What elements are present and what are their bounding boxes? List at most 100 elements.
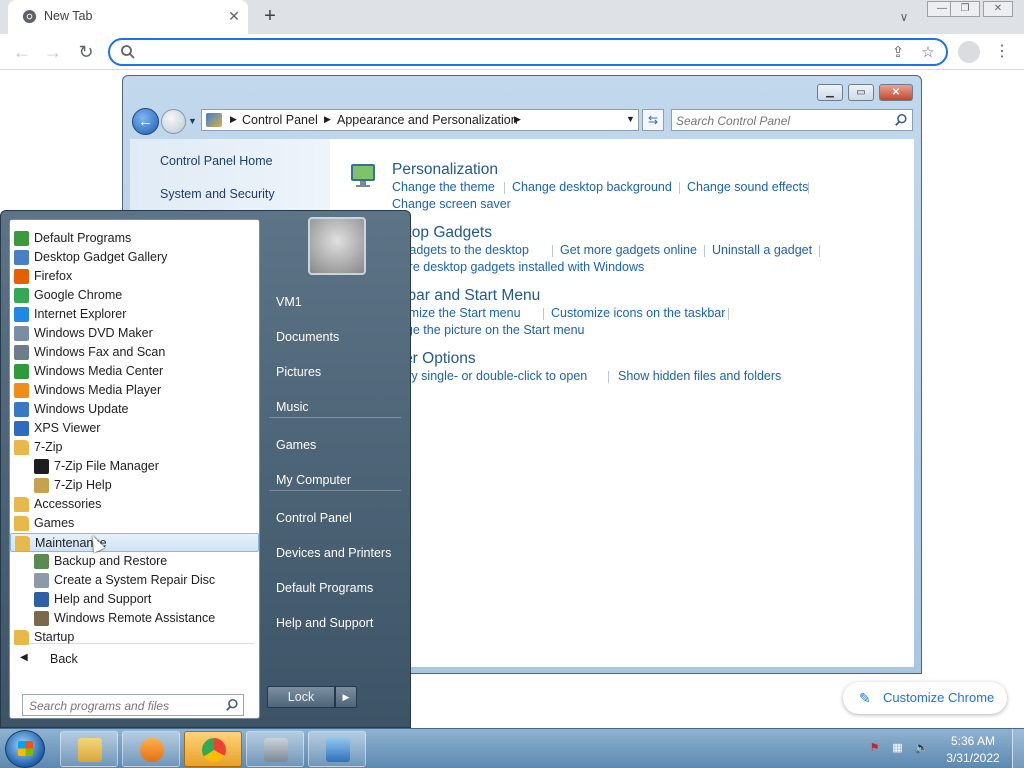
breadcrumb-control-panel[interactable]: Control Panel: [242, 113, 318, 127]
network-icon[interactable]: ▦: [890, 741, 905, 756]
link-change-desktop-background[interactable]: Change desktop background: [512, 180, 672, 194]
program-item[interactable]: Games: [10, 514, 259, 533]
tab-search-chevron-icon[interactable]: ∨: [893, 6, 915, 28]
program-item[interactable]: Startup: [10, 628, 259, 647]
search-icon[interactable]: [225, 698, 239, 712]
program-item[interactable]: Default Programs: [10, 229, 259, 248]
program-item[interactable]: Maintenance: [10, 533, 259, 552]
category-personalization[interactable]: Personalization: [392, 161, 498, 179]
program-item[interactable]: Windows Remote Assistance: [10, 609, 259, 628]
program-item[interactable]: 7-Zip: [10, 438, 259, 457]
link-get-more-gadgets[interactable]: Get more gadgets online: [560, 243, 697, 257]
program-item[interactable]: 7-Zip File Manager: [10, 457, 259, 476]
cp-back-icon[interactable]: ←: [132, 108, 159, 135]
program-item[interactable]: Desktop Gadget Gallery: [10, 248, 259, 267]
start-search-input[interactable]: [29, 697, 219, 714]
link-customize-taskbar-icons[interactable]: Customize icons on the taskbar: [551, 306, 725, 320]
breadcrumb-chevron-icon[interactable]: ▶: [230, 114, 237, 125]
shutdown-options-chevron-icon[interactable]: ▶: [335, 686, 357, 708]
volume-icon[interactable]: 🔈: [914, 741, 929, 756]
start-right-item[interactable]: Default Programs: [269, 575, 403, 601]
new-tab-button[interactable]: +: [258, 5, 282, 29]
user-picture-avatar[interactable]: [308, 217, 366, 275]
program-item[interactable]: Internet Explorer: [10, 305, 259, 324]
link-change-theme[interactable]: Change the theme: [392, 180, 495, 194]
program-item[interactable]: Windows Fax and Scan: [10, 343, 259, 362]
cp-search-input[interactable]: [676, 112, 886, 129]
program-item[interactable]: Windows DVD Maker: [10, 324, 259, 343]
cp-refresh-icon[interactable]: ⇆: [642, 109, 664, 131]
customize-chrome-button[interactable]: ✎ Customize Chrome: [843, 682, 1007, 714]
address-dropdown-icon[interactable]: ▼: [626, 114, 635, 124]
back-triangle-icon[interactable]: ◀: [20, 652, 28, 663]
lock-button[interactable]: Lock: [267, 686, 335, 708]
category-taskbar-start-menu[interactable]: skbar and Start Menu: [392, 287, 540, 305]
start-right-item[interactable]: Documents: [269, 324, 403, 350]
show-desktop-button[interactable]: [1012, 729, 1024, 768]
link-change-start-picture[interactable]: ange the picture on the Start menu: [392, 323, 585, 337]
link-single-double-click[interactable]: ecify single- or double-click to open: [392, 369, 587, 383]
action-center-flag-icon[interactable]: ⚑: [867, 741, 882, 756]
taskbar-control-panel-button[interactable]: [308, 731, 366, 767]
cp-minimize-button[interactable]: ▁: [817, 84, 843, 101]
restore-button[interactable]: ❐: [950, 1, 980, 17]
forward-arrow-icon[interactable]: →: [40, 39, 66, 65]
start-right-item[interactable]: Pictures: [269, 359, 403, 385]
program-item[interactable]: Backup and Restore: [10, 552, 259, 571]
link-customize-start-menu[interactable]: stomize the Start menu: [392, 306, 521, 320]
omnibox-input[interactable]: [142, 42, 882, 62]
start-right-item[interactable]: Control Panel: [269, 505, 403, 531]
taskbar-chrome-button[interactable]: [184, 731, 242, 767]
profile-avatar[interactable]: [958, 41, 980, 63]
start-button[interactable]: [5, 730, 45, 768]
program-item[interactable]: Help and Support: [10, 590, 259, 609]
breadcrumb-chevron-icon[interactable]: ▶: [324, 114, 331, 125]
program-item[interactable]: Create a System Repair Disc: [10, 571, 259, 590]
back-button[interactable]: Back: [50, 652, 78, 666]
back-arrow-icon[interactable]: ←: [9, 39, 35, 65]
more-menu-icon[interactable]: ⋮: [992, 41, 1012, 63]
tab-new-tab[interactable]: New Tab ✕: [8, 0, 248, 34]
tab-close-icon[interactable]: ✕: [224, 6, 244, 26]
sidebar-item-system-security[interactable]: System and Security: [160, 187, 275, 201]
bookmark-star-icon[interactable]: ☆: [918, 43, 938, 63]
start-right-item[interactable]: VM1: [269, 289, 403, 315]
link-restore-gadgets[interactable]: store desktop gadgets installed with Win…: [392, 260, 644, 274]
sidebar-item-control-panel-home[interactable]: Control Panel Home: [160, 154, 273, 168]
start-right-item[interactable]: Help and Support: [269, 610, 403, 636]
cp-close-button[interactable]: ✕: [879, 84, 913, 101]
start-right-item[interactable]: Games: [269, 432, 403, 458]
program-item[interactable]: Windows Media Player: [10, 381, 259, 400]
clock-time[interactable]: 5:36 AM: [940, 734, 1006, 748]
breadcrumb-chevron-icon[interactable]: ▶: [514, 114, 521, 125]
program-item[interactable]: Accessories: [10, 495, 259, 514]
reload-icon[interactable]: ↻: [73, 39, 99, 65]
start-right-item[interactable]: Devices and Printers: [269, 540, 403, 566]
cp-address-bar[interactable]: ▶ Control Panel ▶ Appearance and Persona…: [201, 109, 639, 131]
taskbar-security-button[interactable]: [246, 731, 304, 767]
link-change-sound-effects[interactable]: Change sound effects: [687, 180, 808, 194]
cp-history-dropdown-icon[interactable]: ▼: [188, 116, 197, 126]
program-item[interactable]: Google Chrome: [10, 286, 259, 305]
search-icon[interactable]: [894, 113, 908, 127]
close-button[interactable]: ✕: [983, 1, 1013, 17]
cp-forward-icon[interactable]: [161, 109, 186, 134]
breadcrumb-appearance[interactable]: Appearance and Personalization: [337, 113, 518, 127]
link-show-hidden-files[interactable]: Show hidden files and folders: [618, 369, 781, 383]
cp-maximize-button[interactable]: ▭: [848, 84, 874, 101]
link-add-gadgets[interactable]: d gadgets to the desktop: [392, 243, 529, 257]
clock-date[interactable]: 3/31/2022: [940, 751, 1006, 765]
cp-search-box[interactable]: [671, 109, 913, 131]
taskbar-explorer-button[interactable]: [60, 731, 118, 767]
program-item[interactable]: Windows Update: [10, 400, 259, 419]
link-change-screen-saver[interactable]: Change screen saver: [392, 197, 511, 211]
share-icon[interactable]: ⇪: [888, 43, 908, 63]
link-uninstall-gadget[interactable]: Uninstall a gadget: [712, 243, 812, 257]
program-item[interactable]: Windows Media Center: [10, 362, 259, 381]
address-bar[interactable]: ⇪ ☆: [108, 38, 948, 66]
start-search-box[interactable]: [22, 694, 244, 716]
taskbar-media-player-button[interactable]: [122, 731, 180, 767]
program-item[interactable]: XPS Viewer: [10, 419, 259, 438]
program-item[interactable]: Firefox: [10, 267, 259, 286]
program-item[interactable]: 7-Zip Help: [10, 476, 259, 495]
